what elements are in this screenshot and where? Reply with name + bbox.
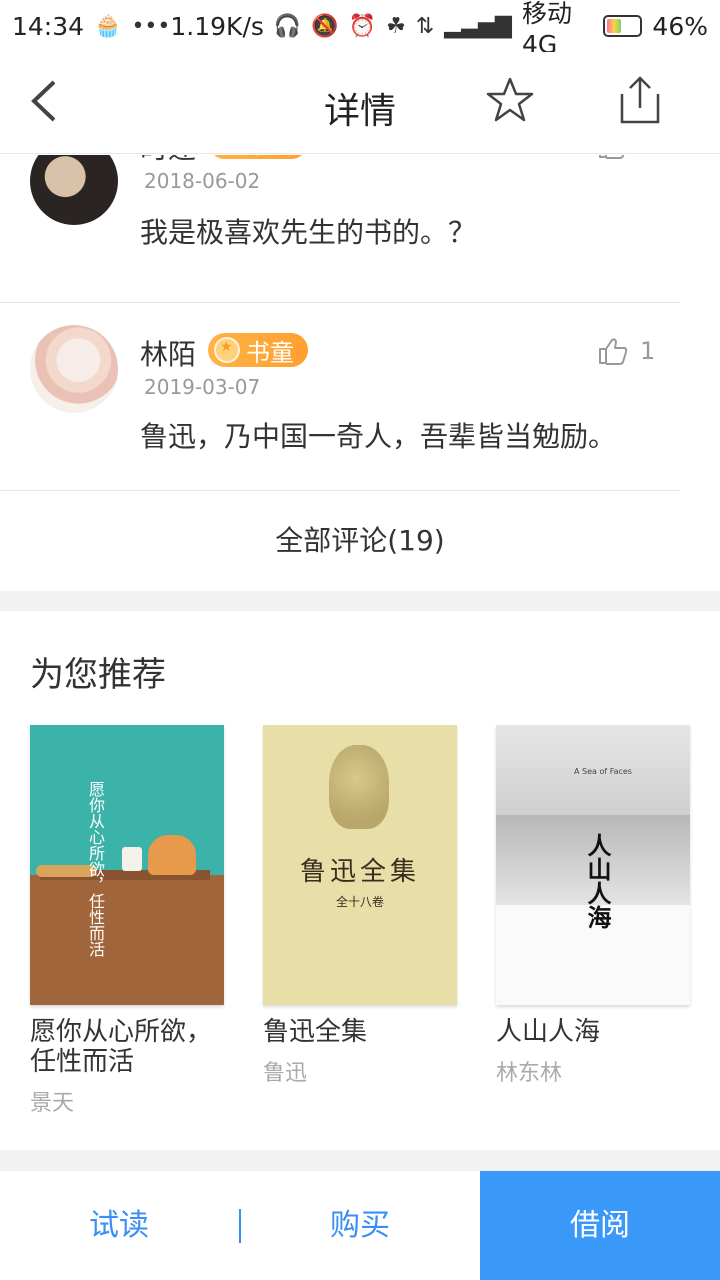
carrier-label: 移动 4G [521, 0, 572, 59]
avatar[interactable] [30, 325, 118, 413]
book-cover[interactable]: 鲁迅全集 全十八卷 [263, 725, 457, 1005]
recommended-book[interactable]: A Sea of Faces 人山人海 人山人海 林东林 [496, 725, 690, 1087]
comment-text: 鲁迅，乃中国一奇人，吾辈皆当勉励。 [140, 420, 617, 453]
buy-button[interactable]: 购买 [241, 1171, 479, 1280]
user-level-badge: 书童 [208, 333, 308, 367]
cover-title: 愿你从心所欲，任性而活 [86, 781, 105, 957]
network-speed: 1.19K/s [170, 11, 264, 41]
like-button[interactable]: 2 [598, 155, 655, 159]
book-cover[interactable]: 愿你从心所欲，任性而活 [30, 725, 224, 1005]
thumbs-up-icon [599, 155, 625, 159]
like-count: 1 [640, 337, 656, 365]
cover-title: 人山人海 [583, 833, 611, 929]
alarm-icon: ⏰ [348, 13, 377, 39]
status-time: 14:34 [12, 11, 85, 41]
all-comments-link[interactable]: 全部评论(19) [0, 491, 720, 591]
comment-item: 林陌 书童 2019-03-07 鲁迅，乃中国一奇人，吾辈皆当勉励。 1 [0, 303, 680, 491]
commenter-name: 林陌 [140, 338, 197, 371]
recommend-section-title: 为您推荐 [30, 655, 166, 695]
signal-icon: ▂▃▅▇ [444, 13, 512, 39]
recommended-book[interactable]: 鲁迅全集 全十八卷 鲁迅全集 鲁迅 [263, 725, 457, 1087]
comment-text: 我是极喜欢先生的书的。？ [140, 216, 477, 249]
badge-label: 书童 [246, 338, 294, 367]
section-divider [0, 591, 720, 611]
avatar[interactable] [30, 155, 118, 225]
book-title: 鲁迅全集 [263, 1017, 368, 1047]
share-icon[interactable] [616, 74, 664, 126]
medal-icon [214, 337, 240, 363]
comment-item: 时迁 书生 2018-06-02 我是极喜欢先生的书的。？ 2 [0, 155, 680, 303]
comment-date: 2019-03-07 [144, 375, 261, 399]
recommended-book[interactable]: 愿你从心所欲，任性而活 愿你从心所欲，任性而活 景天 [30, 725, 224, 1117]
notification-icon: 🧁 [94, 13, 122, 39]
cover-subtitle: 全十八卷 [335, 895, 384, 909]
more-dots-icon: ••• [131, 13, 171, 39]
battery-icon [602, 15, 643, 37]
status-bar: 14:34 🧁 ••• 1.19K/s 🎧 🔕 ⏰ ☘ ⇅ ▂▃▅▇ 移动 4G… [0, 0, 720, 59]
mute-bell-icon: 🔕 [311, 13, 339, 39]
headphone-icon: 🎧 [273, 13, 302, 39]
like-button[interactable]: 1 [598, 337, 655, 365]
book-cover[interactable]: A Sea of Faces 人山人海 [496, 725, 690, 1005]
page-title: 详情 [323, 91, 396, 132]
star-outline-icon[interactable] [486, 76, 534, 124]
try-read-button[interactable]: 试读 [0, 1171, 238, 1280]
cover-title: 鲁迅全集 [299, 857, 420, 887]
section-divider [0, 1150, 720, 1170]
data-transfer-icon: ⇅ [415, 13, 435, 39]
like-count: 2 [640, 155, 655, 159]
badge-label: 书生 [246, 155, 294, 160]
comment-date: 2018-06-02 [144, 169, 261, 193]
portrait-relief [329, 745, 389, 829]
book-author: 景天 [30, 1091, 75, 1116]
book-title: 愿你从心所欲，任性而活 [30, 1017, 213, 1077]
detail-content[interactable]: 时迁 书生 2018-06-02 我是极喜欢先生的书的。？ 2 林陌 书童 20… [0, 155, 720, 1170]
cover-subtitle: A Sea of Faces [574, 767, 632, 776]
commenter-name: 时迁 [140, 155, 196, 167]
clover-icon: ☘ [386, 13, 406, 39]
book-author: 林东林 [496, 1061, 563, 1086]
bottom-action-bar: 试读 购买 借阅 [0, 1170, 720, 1280]
thumbs-up-icon [599, 338, 628, 365]
book-title: 人山人海 [496, 1017, 601, 1047]
battery-level: 46% [652, 11, 708, 41]
borrow-button[interactable]: 借阅 [480, 1171, 720, 1280]
book-author: 鲁迅 [263, 1061, 308, 1086]
top-nav-bar: 详情 [0, 52, 720, 154]
user-level-badge: 书生 [208, 155, 308, 159]
